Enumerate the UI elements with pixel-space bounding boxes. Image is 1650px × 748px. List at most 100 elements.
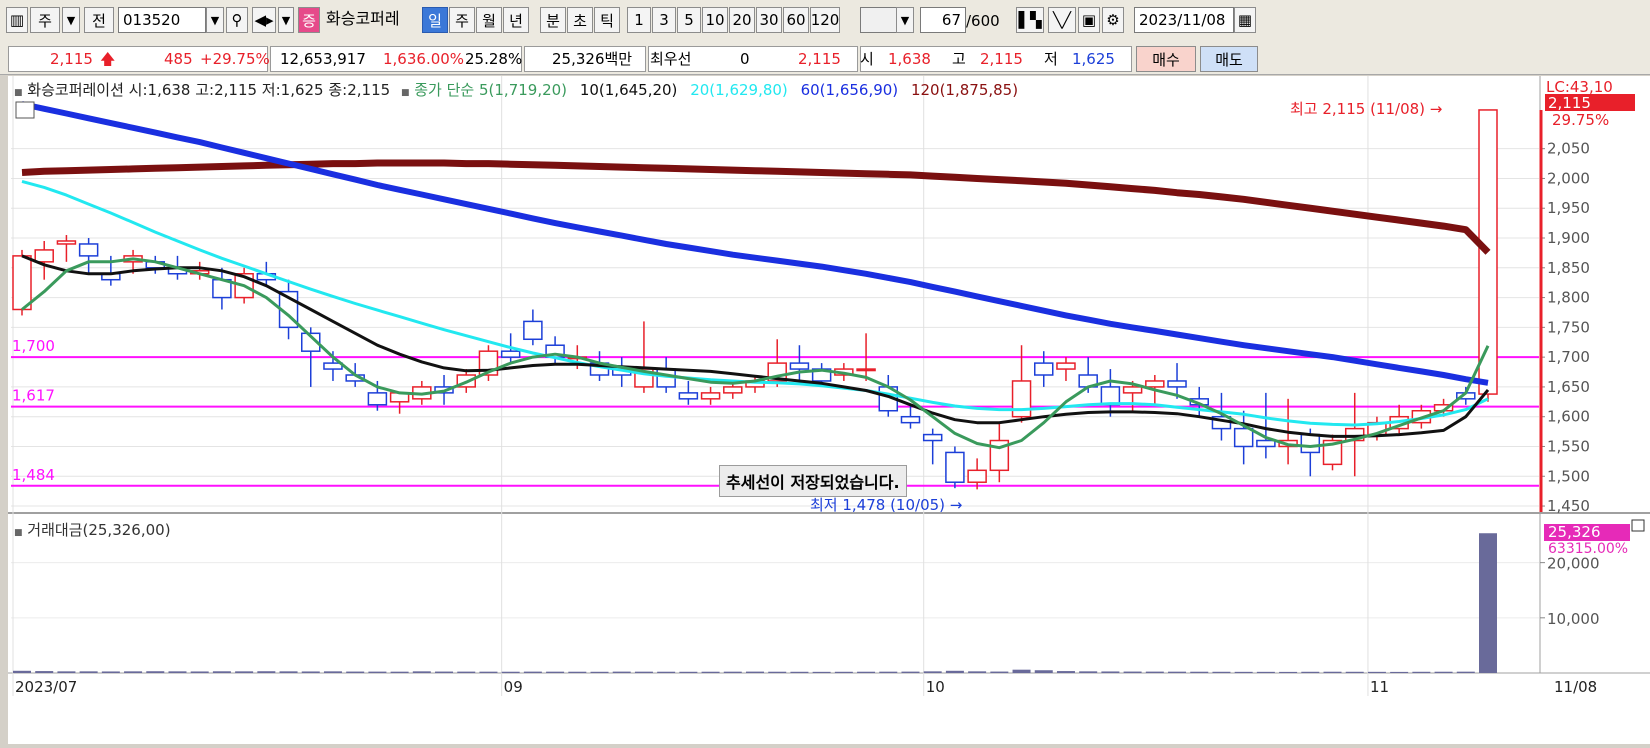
- high-value: 2,115: [980, 50, 1023, 68]
- volume-bar: [657, 671, 676, 673]
- date-label: 09: [504, 678, 523, 696]
- volume-bar: [812, 671, 831, 673]
- sell-button[interactable]: 매도: [1200, 46, 1258, 72]
- candle-body: [500, 350, 521, 358]
- tab-interval-2[interactable]: 5: [677, 7, 701, 33]
- price-tick-label: 1,850: [1547, 259, 1590, 277]
- tab-interval-1[interactable]: 3: [652, 7, 676, 33]
- legend-square-icon: ■: [14, 528, 23, 538]
- trendline-tool-icon[interactable]: ╲╱: [1048, 7, 1076, 33]
- price-tick-label: 1,900: [1547, 229, 1590, 247]
- volume-bar: [279, 671, 298, 673]
- save-icon[interactable]: ▣: [1078, 7, 1100, 33]
- date-input[interactable]: 2023/11/08: [1134, 7, 1234, 33]
- volume-bar: [1234, 671, 1253, 673]
- tab-interval-7[interactable]: 120: [810, 7, 840, 33]
- volume-bar: [146, 671, 165, 673]
- tab-interval-5[interactable]: 30: [756, 7, 782, 33]
- candle-body: [678, 392, 699, 400]
- count-total: /600: [966, 12, 1000, 30]
- search-icon[interactable]: ⚲: [226, 7, 248, 33]
- candle-body: [523, 320, 543, 341]
- volume-bar: [790, 671, 809, 673]
- calendar-icon[interactable]: ▦: [1234, 7, 1256, 33]
- tab-period-0[interactable]: 일: [422, 7, 448, 33]
- candle-body: [1300, 433, 1321, 454]
- tab-interval-3[interactable]: 10: [702, 7, 728, 33]
- candle-tool-icon[interactable]: ▌▚: [1016, 7, 1044, 33]
- volume-bar: [1345, 671, 1364, 673]
- volume-legend: ■ 거래대금(25,326,00): [14, 519, 171, 540]
- ma-legend-title: 종가 단순: [414, 81, 475, 99]
- select-dropdown-icon[interactable]: ▼: [896, 7, 914, 33]
- chart-type-icon[interactable]: ▥: [6, 7, 28, 33]
- candle-body: [922, 433, 943, 442]
- volume-bar: [368, 671, 387, 673]
- volume-bar: [679, 671, 698, 673]
- candle-body: [367, 392, 388, 406]
- volume-bar: [57, 671, 76, 673]
- tab-intraday-2[interactable]: 틱: [594, 7, 620, 33]
- code-dropdown-icon[interactable]: ▼: [206, 7, 224, 33]
- volume-bar: [523, 671, 542, 673]
- volume-bar: [990, 671, 1009, 673]
- support-line-label: 1,617: [12, 387, 55, 405]
- jeung-badge[interactable]: 증: [298, 7, 320, 33]
- close-icon[interactable]: [1631, 519, 1645, 532]
- tab-interval-4[interactable]: 20: [729, 7, 755, 33]
- volume-bar: [1412, 671, 1431, 673]
- volume-bar: [1145, 671, 1164, 673]
- volume-bar: [834, 671, 853, 673]
- chart-svg[interactable]: 1,450 1,500 1,550 1,600 1,650 1,700 1,750 1,800…: [8, 76, 1650, 744]
- chevron-down-icon[interactable]: ▼: [62, 7, 80, 33]
- speaker-dropdown-icon[interactable]: ▼: [278, 7, 294, 33]
- candle-body: [12, 255, 32, 311]
- candle-body: [78, 243, 99, 257]
- tab-period-2[interactable]: 월: [476, 7, 502, 33]
- price-tick-label: 1,450: [1547, 497, 1590, 515]
- stock-legend: 화승코퍼레이션 시:1,638 고:2,115 저:1,625 종:2,115: [27, 81, 391, 99]
- volume-bar: [923, 671, 942, 673]
- priority-label: 최우선: [650, 50, 692, 68]
- volume-bar: [479, 671, 498, 673]
- tab-period-3[interactable]: 년: [503, 7, 529, 33]
- candle-body: [856, 368, 876, 372]
- price-tick-label: 1,550: [1547, 437, 1590, 455]
- candle-body: [1145, 380, 1165, 388]
- candle-body: [1233, 427, 1254, 448]
- stock-code-input[interactable]: 013520: [118, 7, 206, 33]
- price-tick-label: 1,750: [1547, 318, 1590, 336]
- volume-bar: [13, 670, 31, 673]
- volume-bar: [968, 671, 987, 673]
- volume-pct-tag: 63315.00%: [1548, 541, 1628, 557]
- tab-intraday-0[interactable]: 분: [540, 7, 566, 33]
- tab-intraday-1[interactable]: 초: [567, 7, 593, 33]
- volume: 12,653,917: [280, 50, 366, 68]
- volume-tag-text: 25,326: [1548, 523, 1601, 541]
- last-date-label: 11/08: [1554, 678, 1597, 696]
- count-input[interactable]: 67: [920, 7, 966, 33]
- grid-icon[interactable]: [15, 101, 35, 119]
- candle-body: [700, 392, 721, 400]
- low-annotation: 최저 1,478 (10/05) →: [810, 496, 962, 514]
- volume-bar: [501, 671, 520, 673]
- volume-bar: [1279, 671, 1298, 673]
- speaker-icon[interactable]: ◀▸: [252, 7, 276, 33]
- volume-bar: [346, 671, 365, 673]
- price-tick-label: 1,600: [1547, 408, 1590, 426]
- prev-button[interactable]: 전: [84, 7, 114, 33]
- tab-period-1[interactable]: 주: [449, 7, 475, 33]
- volume-bar: [945, 670, 964, 673]
- buy-button[interactable]: 매수: [1136, 46, 1196, 72]
- main-mode-button[interactable]: 주: [30, 7, 60, 33]
- gear-icon[interactable]: ⚙: [1102, 7, 1124, 33]
- volume-bar: [323, 671, 342, 673]
- volume-bar: [590, 671, 609, 673]
- tab-interval-6[interactable]: 60: [783, 7, 809, 33]
- chart-area[interactable]: 1,450 1,500 1,550 1,600 1,650 1,700 1,750 1,800…: [8, 76, 1650, 744]
- tab-interval-0[interactable]: 1: [627, 7, 651, 33]
- volume-bar: [35, 671, 54, 673]
- volume-tick-label: 10,000: [1547, 610, 1600, 628]
- volume-bar: [101, 671, 120, 673]
- volume-tick-label: 20,000: [1547, 555, 1600, 573]
